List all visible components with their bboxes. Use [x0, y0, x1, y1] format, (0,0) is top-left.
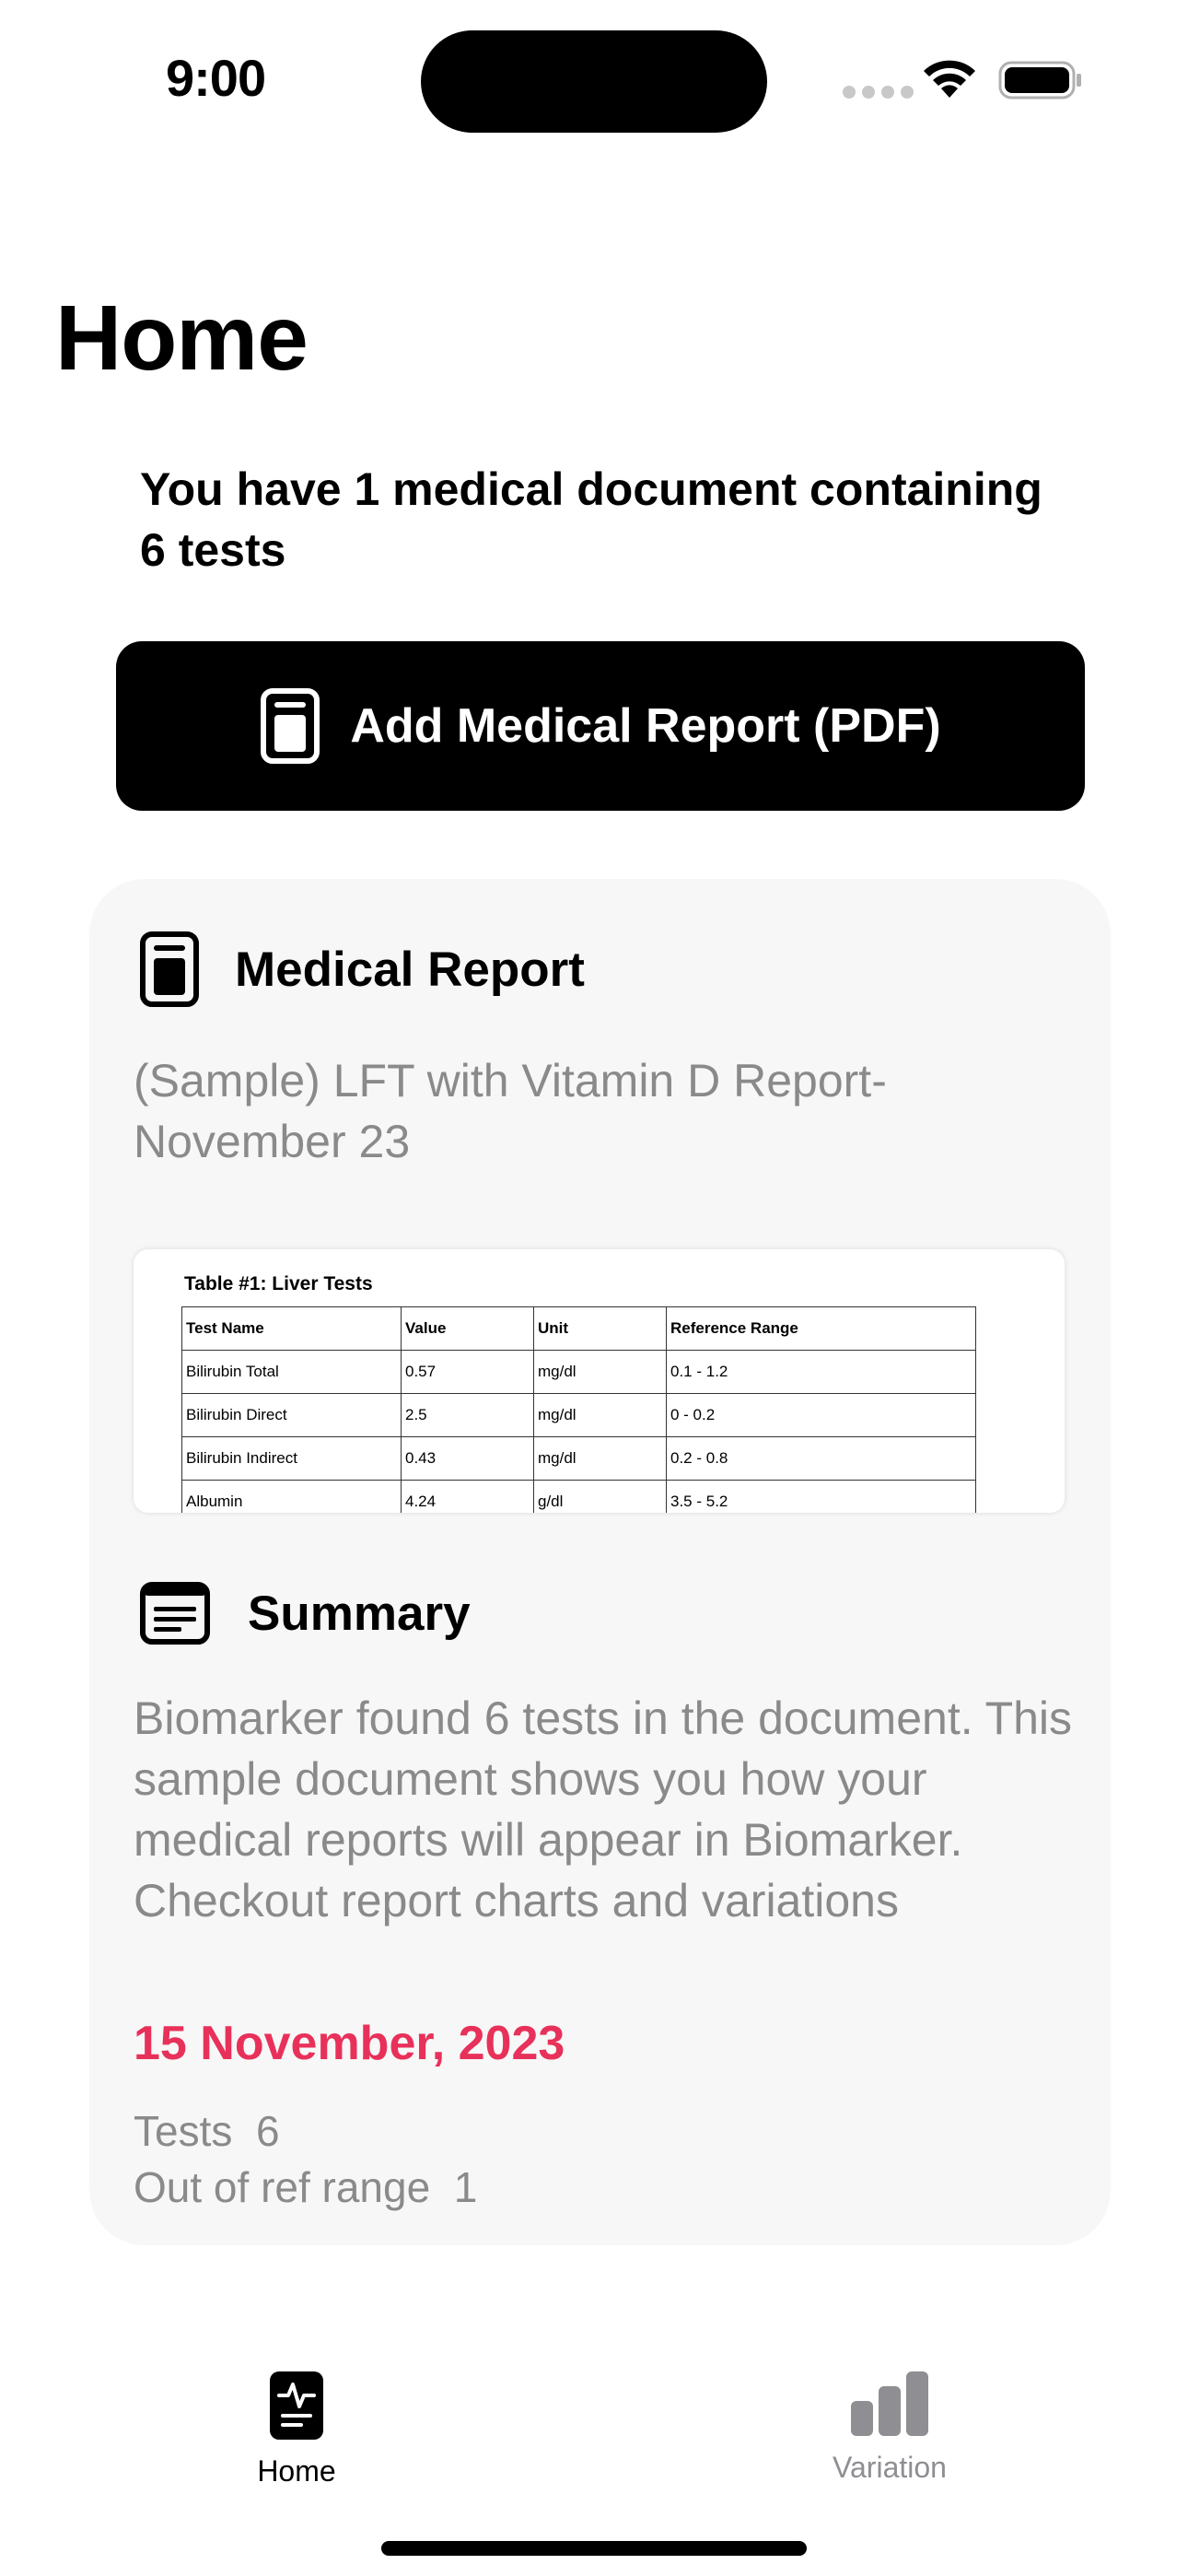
- tab-home-label: Home: [257, 2454, 336, 2488]
- table-row: Albumin 4.24 g/dl 3.5 - 5.2: [181, 1480, 976, 1513]
- table-header-cell: Value: [401, 1306, 534, 1351]
- medical-report-card[interactable]: Medical Report (Sample) LFT with Vitamin…: [89, 879, 1111, 2245]
- preview-table: Test Name Value Unit Reference Range Bil…: [181, 1306, 976, 1513]
- out-of-range-value: 1: [453, 2163, 478, 2211]
- table-header-cell: Test Name: [181, 1306, 402, 1351]
- add-button-label: Add Medical Report (PDF): [350, 699, 941, 753]
- summary-icon: [140, 1582, 210, 1645]
- wifi-icon: [924, 60, 975, 98]
- out-of-range-row: Out of ref range 1: [134, 2162, 477, 2212]
- table-cell: 3.5 - 5.2: [666, 1480, 976, 1513]
- table-cell: Bilirubin Indirect: [181, 1436, 402, 1481]
- status-time: 9:00: [166, 49, 266, 107]
- table-cell: mg/dl: [533, 1436, 667, 1481]
- bar-chart-icon: [851, 2371, 928, 2436]
- tab-variation[interactable]: Variation: [751, 2370, 1028, 2485]
- table-cell: mg/dl: [533, 1393, 667, 1437]
- dynamic-island: [421, 30, 767, 133]
- tests-label: Tests: [134, 2107, 233, 2155]
- summary-text: Biomarker found 6 tests in the document.…: [134, 1692, 1073, 1926]
- cellular-signal-icon: [843, 86, 914, 99]
- table-cell: 4.24: [401, 1480, 534, 1513]
- table-cell: 0.43: [401, 1436, 534, 1481]
- table-header-cell: Reference Range: [666, 1306, 976, 1351]
- health-report-icon: [270, 2371, 323, 2440]
- tab-variation-label: Variation: [833, 2451, 947, 2484]
- table-cell: 0.2 - 0.8: [666, 1436, 976, 1481]
- tests-value: 6: [255, 2107, 280, 2155]
- table-header-row: Test Name Value Unit Reference Range: [181, 1306, 976, 1351]
- table-cell: 0.1 - 1.2: [666, 1350, 976, 1394]
- pdf-preview-thumbnail[interactable]: Table #1: Liver Tests Test Name Value Un…: [134, 1249, 1065, 1513]
- tab-home[interactable]: Home: [158, 2370, 435, 2488]
- medical-report-title: Medical Report: [235, 942, 585, 997]
- out-of-range-label: Out of ref range: [134, 2163, 431, 2211]
- table-cell: Albumin: [181, 1480, 402, 1513]
- table-cell: Bilirubin Direct: [181, 1393, 402, 1437]
- table-cell: g/dl: [533, 1480, 667, 1513]
- report-date: 15 November, 2023: [134, 2017, 565, 2070]
- add-medical-report-button[interactable]: Add Medical Report (PDF): [116, 641, 1085, 811]
- table-cell: Bilirubin Total: [181, 1350, 402, 1394]
- home-screen: 9:00 Home You have 1 medical document co…: [0, 0, 1188, 2576]
- summary-header: Summary: [139, 1581, 471, 1645]
- medical-report-header: Medical Report: [139, 931, 585, 1008]
- table-row: Bilirubin Direct 2.5 mg/dl 0 - 0.2: [181, 1393, 976, 1437]
- table-cell: mg/dl: [533, 1350, 667, 1394]
- document-count-text: You have 1 medical document containing 6…: [140, 463, 1042, 576]
- preview-table-title: Table #1: Liver Tests: [184, 1273, 373, 1294]
- battery-icon: [998, 61, 1081, 100]
- table-cell: 0 - 0.2: [666, 1393, 976, 1437]
- page-title: Home: [55, 287, 309, 390]
- home-indicator[interactable]: [381, 2541, 807, 2556]
- report-name: (Sample) LFT with Vitamin D Report- Nove…: [134, 1055, 887, 1167]
- table-cell: 0.57: [401, 1350, 534, 1394]
- document-icon: [140, 931, 199, 1007]
- table-cell: 2.5: [401, 1393, 534, 1437]
- table-header-cell: Unit: [533, 1306, 667, 1351]
- document-icon: [261, 688, 320, 764]
- table-row: Bilirubin Total 0.57 mg/dl 0.1 - 1.2: [181, 1350, 976, 1394]
- table-row: Bilirubin Indirect 0.43 mg/dl 0.2 - 0.8: [181, 1436, 976, 1481]
- tests-count-row: Tests 6: [134, 2106, 280, 2156]
- summary-title: Summary: [248, 1586, 471, 1641]
